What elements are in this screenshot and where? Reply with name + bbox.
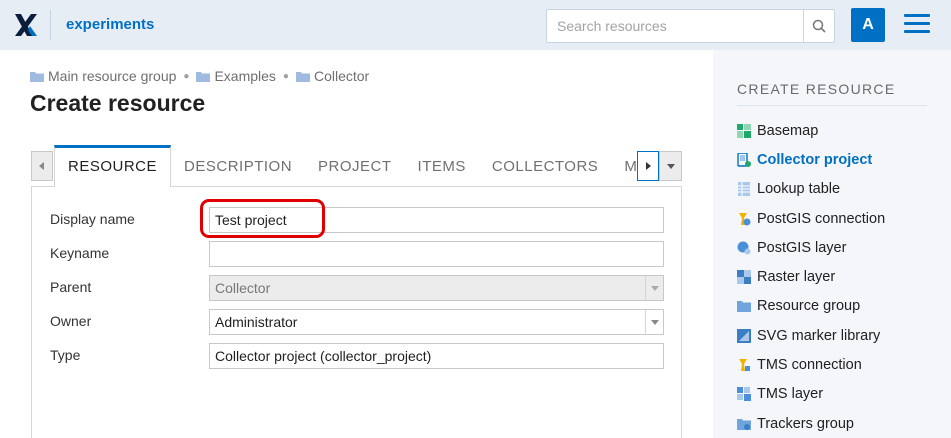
dropdown-arrow-icon [645, 276, 663, 300]
user-avatar[interactable]: A [851, 8, 885, 42]
tab-resource[interactable]: RESOURCE [54, 145, 172, 187]
breadcrumb-label: Examples [214, 68, 276, 84]
sidebar-divider [737, 105, 927, 106]
sidebar-item-label: Raster layer [757, 269, 836, 286]
sidebar-item-postgis-connection[interactable]: PostGIS connection [737, 204, 947, 233]
search-button[interactable] [803, 9, 835, 43]
keyname-row: Keyname [50, 241, 680, 267]
keyname-label: Keyname [50, 245, 110, 261]
postgis-layer-icon [737, 241, 751, 255]
tab-collectors[interactable]: COLLECTORS [479, 145, 611, 187]
sidebar-item-basemap[interactable]: Basemap [737, 116, 947, 145]
sidebar-item-trackers-group[interactable]: Trackers group [737, 409, 947, 438]
folder-icon [737, 301, 751, 313]
folder-icon [295, 71, 310, 82]
parent-row: Parent Collector [50, 275, 680, 301]
breadcrumb-separator: ● [183, 70, 190, 82]
sidebar-item-tms-connection[interactable]: TMS connection [737, 350, 947, 379]
svg-marker-library-icon [737, 328, 751, 343]
display-name-label: Display name [50, 211, 135, 227]
tab-scroll-left-button[interactable] [31, 151, 53, 181]
owner-select[interactable]: Administrator [209, 309, 664, 335]
dropdown-arrow-icon[interactable] [645, 310, 663, 334]
sidebar-item-label: TMS connection [757, 357, 862, 374]
breadcrumb-label: Collector [313, 68, 370, 84]
breadcrumb-separator: ● [282, 70, 289, 82]
sidebar-item-label: TMS layer [757, 386, 824, 403]
tab-strip: RESOURCE DESCRIPTION PROJECT ITEMS COLLECTOR… [54, 145, 636, 187]
sidebar-item-raster-layer[interactable]: Raster layer [737, 262, 947, 291]
owner-row: Owner Administrator [50, 309, 680, 335]
folder-icon [196, 71, 211, 82]
sidebar-item-label: SVG marker library [757, 327, 881, 344]
parent-value: Collector [215, 280, 271, 296]
type-label: Type [50, 347, 81, 363]
sidebar-item-label: Basemap [757, 122, 819, 139]
resource-form: Display name Test project Keyname Parent… [31, 187, 682, 438]
basemap-icon [737, 123, 751, 138]
keyname-field[interactable] [209, 241, 664, 267]
tms-layer-icon [737, 387, 751, 402]
caret-right-icon [646, 162, 651, 170]
breadcrumb-item[interactable]: Main resource group [30, 68, 176, 84]
breadcrumb-item[interactable]: Collector [295, 68, 370, 84]
sidebar-item-postgis-layer[interactable]: PostGIS layer [737, 233, 947, 262]
tab-items[interactable]: ITEMS [405, 145, 479, 187]
top-header: experiments A [0, 0, 951, 50]
sidebar-item-label: PostGIS connection [757, 210, 886, 227]
display-name-field[interactable]: Test project [209, 207, 664, 233]
tab-description[interactable]: DESCRIPTION [171, 145, 305, 187]
sidebar-item-tms-layer[interactable]: TMS layer [737, 380, 947, 409]
page-title: Create resource [30, 90, 206, 116]
resource-type-list: Basemap Collector project Lookup table P… [737, 116, 947, 438]
app-title[interactable]: experiments [66, 16, 154, 33]
caret-down-icon [666, 163, 675, 169]
folder-icon [30, 71, 44, 82]
postgis-connection-icon [739, 212, 751, 226]
sidebar-item-label: Trackers group [757, 415, 854, 432]
trackers-group-icon [737, 418, 751, 430]
owner-value: Administrator [215, 314, 298, 330]
tms-connection-icon [739, 359, 750, 372]
type-field: Collector project (collector_project) [209, 343, 664, 369]
lookup-table-icon [738, 182, 750, 197]
tab-scroll-right-button[interactable] [637, 151, 659, 181]
app-logo-icon[interactable] [13, 12, 39, 38]
sidebar-item-collector-project[interactable]: Collector project [737, 145, 947, 174]
create-resource-sidebar: CREATE RESOURCE Basemap Collector projec… [713, 50, 951, 438]
tab-menu-button[interactable] [659, 151, 682, 181]
tab-project[interactable]: PROJECT [305, 145, 405, 187]
type-row: Type Collector project (collector_projec… [50, 343, 680, 369]
breadcrumb: Main resource group ● Examples ● Collect… [30, 68, 369, 84]
breadcrumb-item[interactable]: Examples [196, 68, 276, 84]
search-input[interactable] [546, 9, 804, 43]
owner-label: Owner [50, 313, 92, 329]
parent-label: Parent [50, 279, 92, 295]
breadcrumb-label: Main resource group [48, 68, 177, 84]
parent-select: Collector [209, 275, 664, 301]
tabs-bar: RESOURCE DESCRIPTION PROJECT ITEMS COLLECTOR… [31, 145, 682, 187]
sidebar-item-label: Lookup table [757, 181, 841, 198]
sidebar-item-label: Collector project [757, 151, 873, 168]
sidebar-item-label: PostGIS layer [757, 239, 847, 256]
display-name-row: Display name Test project [50, 207, 680, 233]
raster-layer-icon [737, 270, 751, 285]
sidebar-item-label: Resource group [757, 298, 861, 315]
caret-left-icon [39, 162, 44, 170]
sidebar-item-svg-marker-library[interactable]: SVG marker library [737, 321, 947, 350]
sidebar-item-resource-group[interactable]: Resource group [737, 292, 947, 321]
header-divider [50, 10, 51, 40]
sidebar-title: CREATE RESOURCE [737, 81, 896, 97]
hamburger-menu-icon[interactable] [904, 14, 930, 36]
tab-metadata[interactable]: METADATA [611, 145, 636, 187]
collector-project-icon [737, 152, 751, 167]
search-icon [812, 19, 826, 33]
sidebar-item-lookup-table[interactable]: Lookup table [737, 175, 947, 204]
